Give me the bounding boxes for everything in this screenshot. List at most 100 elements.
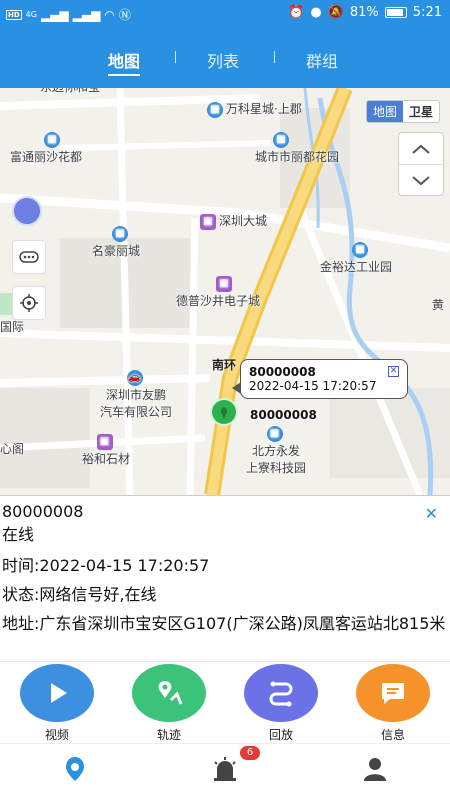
location-icon: ●	[310, 5, 322, 20]
device-id: 80000008	[2, 502, 84, 521]
state-value: 网络信号好,在线	[39, 585, 157, 604]
playback-label: 回放	[268, 728, 293, 742]
map-view[interactable]: 东边你和宝 ▦万科星城·上郡 ▦富通丽沙花都 ▦城市市丽都花园 ▣深圳大城 ▦名…	[0, 88, 450, 495]
map-poi[interactable]: ▦ 城市市丽都花园	[255, 132, 339, 165]
address-label: 地址:	[2, 614, 40, 633]
building-icon: ▦	[207, 101, 223, 118]
building-icon: ▦	[112, 226, 128, 242]
building-icon: ▦	[266, 426, 283, 442]
shop-icon: ▣	[96, 434, 113, 450]
map-poi[interactable]: 🚗 深圳市友鹏 汽车有限公司	[100, 370, 172, 420]
clock: 5:21	[412, 5, 442, 20]
track-label: 轨迹	[156, 728, 181, 742]
map-poi[interactable]: 心阁	[0, 440, 24, 457]
bottom-navigation: 6	[0, 743, 450, 800]
tab-divider	[175, 51, 176, 63]
map-type-standard-button[interactable]: 地图	[366, 101, 403, 122]
map-poi[interactable]: ▣ 德普沙井电子城	[176, 276, 260, 309]
online-status: 在线	[2, 525, 35, 544]
state-label: 状态:	[2, 585, 40, 604]
track-icon	[132, 664, 206, 722]
network-4g: 4G	[25, 10, 37, 19]
signal-icon: ▂▄▆	[40, 7, 69, 22]
status-bar-left: HD 4G ▂▄▆ ▂▄▆ ◠ Ⓝ	[6, 6, 131, 23]
nav-alarm[interactable]	[205, 752, 245, 786]
wifi-icon: ◠	[104, 7, 115, 22]
popup-close-icon[interactable]: ✕	[388, 366, 399, 377]
mute-icon: 🔕	[327, 5, 344, 20]
map-poi[interactable]: ▦ 富通丽沙花都	[10, 132, 82, 165]
status-bar-right: ⏰ ● 🔕 81% 5:21	[288, 5, 442, 20]
chevron-up-icon	[412, 144, 430, 154]
zoom-control	[398, 132, 444, 196]
more-icon	[19, 251, 39, 263]
alarm-clock-icon: ⏰	[288, 5, 305, 20]
location-pin-icon	[66, 757, 84, 781]
status-bar: HD 4G ▂▄▆ ▂▄▆ ◠ Ⓝ ⏰ ● 🔕 81% 5:21	[0, 0, 450, 28]
zoom-in-button[interactable]	[399, 133, 443, 165]
video-button[interactable]: 视频	[17, 664, 97, 743]
map-type-toggle: 地图 卫星	[365, 100, 440, 123]
map-poi[interactable]: ▦ 名豪丽城	[92, 226, 140, 259]
message-label: 信息	[380, 728, 405, 742]
vehicle-marker[interactable]	[210, 398, 238, 426]
tab-map[interactable]: 地图	[108, 48, 141, 76]
crosshair-icon	[20, 294, 38, 312]
hd-indicator: HD	[6, 9, 22, 20]
playback-icon	[244, 664, 318, 722]
user-icon	[364, 758, 386, 781]
time-label: 时间:	[2, 556, 40, 575]
map-poi[interactable]: 东边你和宝	[40, 88, 100, 95]
popup-time: 2022-04-15 17:20:57	[249, 379, 377, 393]
top-tab-bar: 地图 列表 群组	[0, 28, 450, 88]
track-button[interactable]: 轨迹	[129, 664, 209, 743]
road-label: 南环	[212, 358, 237, 372]
car-icon: 🚗	[126, 370, 143, 386]
tab-divider	[274, 51, 275, 63]
message-icon	[356, 664, 430, 722]
address-row: 地址: 广东省深圳市宝安区G107(广深公路)凤凰客运站北815米	[2, 612, 448, 635]
map-poi[interactable]: ▣ 裕和石材	[82, 434, 130, 467]
device-popup[interactable]: 80000008 2022-04-15 17:20:57 ✕	[232, 359, 408, 399]
message-button[interactable]: 信息	[353, 664, 433, 743]
video-label: 视频	[44, 728, 69, 742]
action-bar: 视频 轨迹 回放 信息	[0, 661, 450, 743]
zoom-out-button[interactable]	[399, 165, 443, 197]
playback-button[interactable]: 回放	[241, 664, 321, 743]
nav-location[interactable]	[55, 752, 95, 786]
map-poi[interactable]: ▦ 北方永发 上寮科技园	[246, 426, 306, 476]
battery-percent: 81%	[349, 5, 379, 20]
chevron-down-icon	[412, 176, 430, 186]
vehicle-marker-label: 80000008	[250, 408, 317, 422]
layer-toggle-button[interactable]	[12, 196, 42, 226]
close-icon[interactable]: ✕	[425, 504, 438, 523]
locate-button[interactable]	[12, 286, 46, 320]
popup-device-id: 80000008	[249, 365, 316, 379]
map-poi[interactable]: ▣ 深圳大城	[200, 212, 267, 230]
map-poi[interactable]: ▦ 万科星城·上郡	[207, 100, 302, 118]
nav-profile[interactable]	[355, 752, 395, 786]
tab-list[interactable]: 列表	[207, 48, 239, 72]
more-button[interactable]	[12, 240, 46, 274]
play-icon	[20, 664, 94, 722]
battery-icon	[384, 7, 407, 18]
building-icon: ▦	[352, 242, 368, 258]
map-type-satellite-button[interactable]: 卫星	[403, 101, 439, 122]
shop-icon: ▣	[216, 276, 232, 292]
building-icon: ▦	[273, 132, 289, 148]
time-row: 时间:2022-04-15 17:20:57	[2, 554, 448, 577]
signal-icon-2: ▂▄▆	[72, 7, 101, 22]
time-value: 2022-04-15 17:20:57	[39, 556, 210, 575]
map-poi[interactable]: 国际	[0, 318, 24, 335]
tab-groups[interactable]: 群组	[306, 48, 338, 72]
vehicle-icon	[221, 407, 227, 420]
alarm-count-badge: 6	[240, 746, 260, 760]
map-poi[interactable]: ▦ 金裕达工业园	[320, 242, 392, 275]
shop-icon: ▣	[200, 213, 216, 230]
map-poi[interactable]: 黄	[432, 296, 444, 313]
device-info-panel: 80000008 在线 ✕ 时间:2022-04-15 17:20:57 状态:…	[0, 495, 450, 661]
address-value: 广东省深圳市宝安区G107(广深公路)凤凰客运站北815米	[39, 614, 446, 633]
alarm-siren-icon	[214, 757, 236, 781]
state-row: 状态:网络信号好,在线	[2, 583, 448, 606]
nfc-icon: Ⓝ	[118, 8, 131, 22]
